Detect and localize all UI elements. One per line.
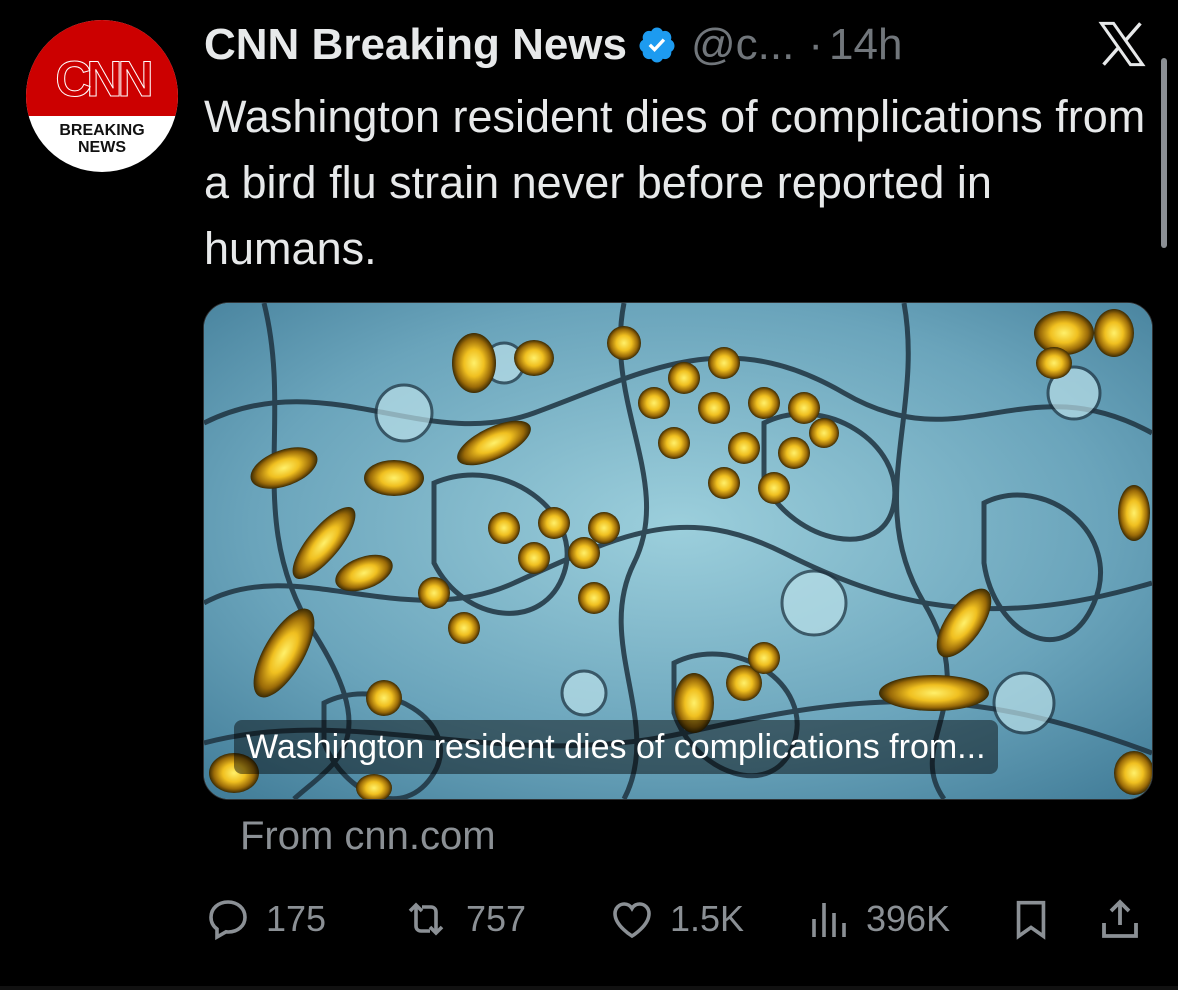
scrollbar[interactable]: [1161, 58, 1167, 248]
avatar-subtitle-line1: BREAKING: [59, 122, 145, 139]
avatar[interactable]: CNN BREAKING NEWS: [26, 20, 178, 172]
repost-icon: [408, 902, 444, 936]
action-bar: 175 757 1.5K 396K: [204, 886, 1154, 952]
cnn-logo: CNN: [55, 51, 154, 107]
bookmark-button[interactable]: [1008, 886, 1054, 952]
post-time[interactable]: 14h: [829, 20, 902, 70]
reply-button[interactable]: 175: [204, 886, 326, 952]
reply-icon: [209, 900, 247, 941]
author-name[interactable]: CNN Breaking News: [204, 20, 627, 70]
like-count: 1.5K: [670, 898, 745, 939]
views-button[interactable]: 396K: [804, 886, 950, 952]
avatar-subtitle: BREAKING NEWS: [26, 122, 178, 156]
share-icon: [1102, 899, 1138, 938]
avatar-subtitle-line2: NEWS: [78, 139, 126, 156]
header-separator: ·: [808, 20, 824, 69]
like-button[interactable]: 1.5K: [608, 886, 744, 952]
views-chart-icon: [812, 903, 846, 937]
repost-count: 757: [466, 898, 527, 939]
tweet-header: CNN Breaking News @c... · 14h: [204, 14, 902, 76]
views-count: 396K: [866, 898, 951, 939]
tweet-text: Washington resident dies of complication…: [204, 91, 1146, 274]
share-button[interactable]: [1096, 886, 1144, 952]
verified-badge-icon: [639, 27, 675, 63]
heart-icon: [613, 902, 651, 939]
repost-button[interactable]: 757: [400, 886, 526, 952]
author-handle[interactable]: @c...: [691, 20, 794, 70]
reply-count: 175: [266, 898, 327, 939]
x-logo-icon[interactable]: [1096, 18, 1148, 70]
divider: [0, 986, 1178, 990]
bookmark-icon: [1016, 900, 1046, 940]
link-source[interactable]: From cnn.com: [240, 814, 496, 859]
link-card-caption[interactable]: Washington resident dies of complication…: [234, 720, 998, 774]
